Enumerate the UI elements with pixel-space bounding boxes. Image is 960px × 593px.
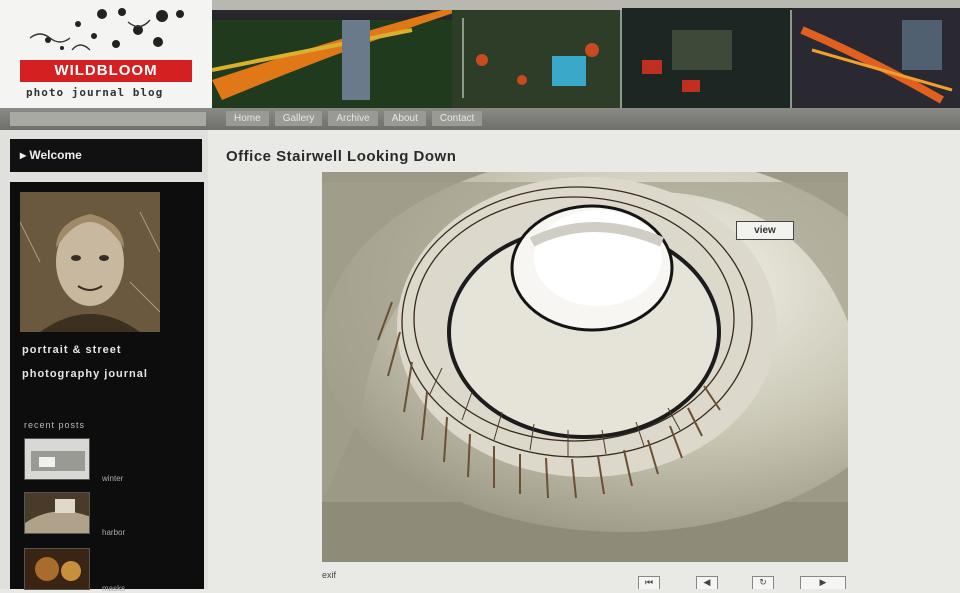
site-header: WILDBLOOM photo journal blog Home Galler… bbox=[0, 0, 960, 130]
header-search-bar[interactable] bbox=[10, 112, 206, 126]
prev-icon[interactable]: ◀ bbox=[696, 576, 718, 589]
sidebar-heading[interactable]: ▸ Welcome bbox=[10, 139, 202, 172]
header-nav-item-home[interactable]: Home bbox=[226, 111, 269, 126]
sidebar-profile-panel: portrait & street photography journal re… bbox=[10, 182, 204, 593]
header-nav-item-contact[interactable]: Contact bbox=[431, 111, 483, 126]
header-nav-item-about[interactable]: About bbox=[383, 111, 426, 126]
logo-scribble-art bbox=[29, 8, 184, 51]
profile-avatar[interactable] bbox=[20, 192, 160, 332]
next-icon[interactable]: ▶ bbox=[800, 576, 846, 589]
header-nav: Home Gallery Archive About Contact bbox=[226, 111, 483, 126]
recent-posts-label: recent posts bbox=[24, 420, 86, 430]
recent-post-caption-2[interactable]: harbor bbox=[102, 528, 125, 537]
profile-text-line2: photography journal bbox=[22, 368, 148, 380]
recent-post-thumb-3[interactable] bbox=[24, 548, 90, 590]
recent-post-thumb-1[interactable] bbox=[24, 438, 90, 480]
header-nav-item-gallery[interactable]: Gallery bbox=[274, 111, 323, 126]
photo-view-badge[interactable]: view bbox=[736, 221, 794, 240]
header-banner-image bbox=[212, 0, 960, 108]
recent-post-caption-1[interactable]: winter bbox=[102, 474, 123, 483]
recent-post-thumb-2[interactable] bbox=[24, 492, 90, 534]
sidebar: ▸ Welcome portrait & street photography … bbox=[0, 130, 208, 593]
profile-text-line1: portrait & street bbox=[22, 344, 122, 356]
logo-tagline: photo journal blog bbox=[26, 86, 164, 99]
site-logo[interactable]: WILDBLOOM photo journal blog bbox=[0, 0, 212, 108]
post-title: Office Stairwell Looking Down bbox=[226, 148, 457, 165]
photo-exif-link[interactable]: exif bbox=[322, 570, 336, 580]
header-nav-item-archive[interactable]: Archive bbox=[328, 111, 378, 126]
first-icon[interactable]: ⏮ bbox=[638, 576, 660, 589]
logo-wordmark: WILDBLOOM bbox=[20, 60, 192, 82]
header-toolbar-strip: Home Gallery Archive About Contact bbox=[0, 108, 960, 130]
refresh-icon[interactable]: ↻ bbox=[752, 576, 774, 589]
